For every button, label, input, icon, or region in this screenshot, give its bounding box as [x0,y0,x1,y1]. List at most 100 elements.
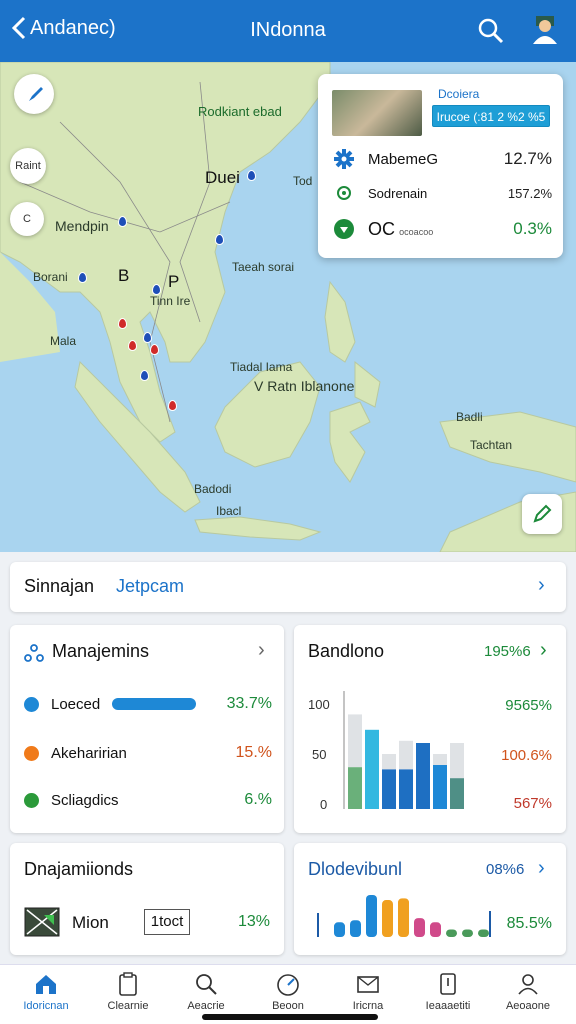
bar [366,895,377,937]
layer-button[interactable]: Raint [10,148,46,184]
legend-dot [24,696,39,712]
bandlono-bar-chart [343,691,464,809]
map-label: Tiadal Iama [230,360,293,374]
map-label: Mala [50,334,77,348]
bar [430,922,441,937]
map-pin[interactable] [118,318,127,329]
map-label: Borani [33,270,68,284]
legend-row: Scliagdics 6.% [24,789,272,811]
bar [478,929,489,937]
bar-segment-bottom [450,778,464,809]
map-label: Mendpin [55,218,109,234]
chevron-right-icon: › [540,639,547,661]
popup-row-value: 12.7% [503,149,552,168]
network-icon [24,644,44,662]
map-pin[interactable] [128,340,137,351]
card-value: 85.5% [506,915,552,932]
legend-value: 15.% [235,744,272,761]
map-label: Tinn Ire [150,294,191,308]
popup-row[interactable]: OC ocoacoo 0.3% [332,214,552,244]
map-pin[interactable] [150,344,159,355]
legend-label: Loeced [51,695,101,713]
gear-icon [334,149,354,169]
info-popup[interactable]: Dcoiera Irucoe (:81 2 %2 %5 MabemeG 12.7… [318,74,563,258]
legend-dot [24,745,39,761]
popup-row-name: MabemeG [368,150,439,168]
nav-label: Ieaaaetiti [425,1000,471,1012]
popup-row[interactable]: Sodrenain 157.2% [332,178,552,208]
card-value: 13% [237,913,270,930]
map-pin[interactable] [140,370,149,381]
bar [350,920,361,937]
bar-segment-top [450,743,464,779]
legend-value: 6.% [244,791,272,808]
legend-dot [24,792,39,808]
map-pin[interactable] [168,400,177,411]
map-label: V Ratn Iblanone [254,378,355,394]
compass-button[interactable] [14,74,54,114]
map-pin[interactable] [152,284,161,295]
bar-segment-bottom [416,743,430,809]
legend-label: Akeharirian [51,744,127,762]
item-box[interactable]: 1toct [144,909,190,935]
bar [334,922,345,937]
nav-label: Idoricnan [23,1000,69,1012]
nav-label: Beoon [272,1000,304,1012]
popup-row-name: OC ocoacoo [368,219,513,240]
y-tick: 100 [308,697,330,712]
bandlono-card[interactable]: Bandlono 195%6 › 100 50 0 9565% 100.6% 5… [294,625,566,833]
chevron-right-icon: › [538,857,545,879]
right-value: 9565% [505,697,552,714]
nav-iricrna[interactable]: Iricrna [332,971,404,1012]
map-label: Badli [456,410,483,424]
y-tick: 50 [312,747,327,762]
legend-row: Loeced 33.7% [24,693,272,715]
card-title: Dnajamiionds [24,859,134,879]
progress-bar [112,698,196,710]
map-pin[interactable] [78,272,87,283]
document-icon [440,973,456,995]
popup-row-name-main: OC [368,218,395,239]
legend-label: Scliagdics [51,791,119,809]
nav-label: Iricrna [352,1000,384,1012]
edit-map-button[interactable] [522,494,562,534]
bar-segment-bottom [433,765,447,809]
nav-beoon[interactable]: Beoon [252,971,324,1012]
nav-aeoaone[interactable]: Aeoaone [492,971,564,1012]
compass-icon [29,87,43,101]
right-value: 100.6% [501,747,552,764]
map-pin[interactable] [215,234,224,245]
location-icon [334,219,354,239]
right-value: 567% [513,795,552,812]
map-label: Rodkiant ebad [198,104,282,119]
legend-value: 33.7% [226,695,272,712]
nav-clearnie[interactable]: Clearnie [92,971,164,1012]
popup-row-value: 157.2% [507,185,552,201]
map-pin[interactable] [143,332,152,343]
search-icon[interactable] [476,16,506,46]
popup-row[interactable]: MabemeG 12.7% [332,144,552,174]
dnaja-card[interactable]: Dnajamiionds Mion 1toct 13% [10,843,284,955]
nav-ieaaaetiti[interactable]: Ieaaaetiti [412,971,484,1012]
nav-label: Aeacrie [187,1000,225,1012]
profile-icon[interactable] [530,14,560,46]
chevron-right-icon: › [538,574,545,596]
gauge-icon [277,974,299,996]
popup-title: Dcoiera [438,87,480,101]
blodevibunt-card[interactable]: Dlodevibunl 08%6 › 85.5% [294,843,566,955]
map-pin[interactable] [118,216,127,227]
y-tick: 0 [320,797,328,812]
summary-link-card[interactable]: Sinnajan Jetpcam › [10,562,566,612]
zoom-button[interactable]: C [10,202,44,236]
card-title: Bandlono [308,641,385,661]
popup-badge[interactable]: Irucoe (:81 2 %2 %5 [432,105,550,127]
map-label: Taeah sorai [232,260,295,274]
management-card[interactable]: Manajemins › Loeced 33.7% Akeharirian 15… [10,625,284,833]
nav-label: Clearnie [107,1000,149,1012]
map-pin[interactable] [247,170,256,181]
map-label: Tod [293,174,313,188]
nav-home[interactable]: Idoricnan [10,971,82,1012]
header-value: 195%6 [484,643,531,660]
clipboard-icon [119,972,137,996]
nav-aeacrie[interactable]: Aeacrie [170,971,242,1012]
